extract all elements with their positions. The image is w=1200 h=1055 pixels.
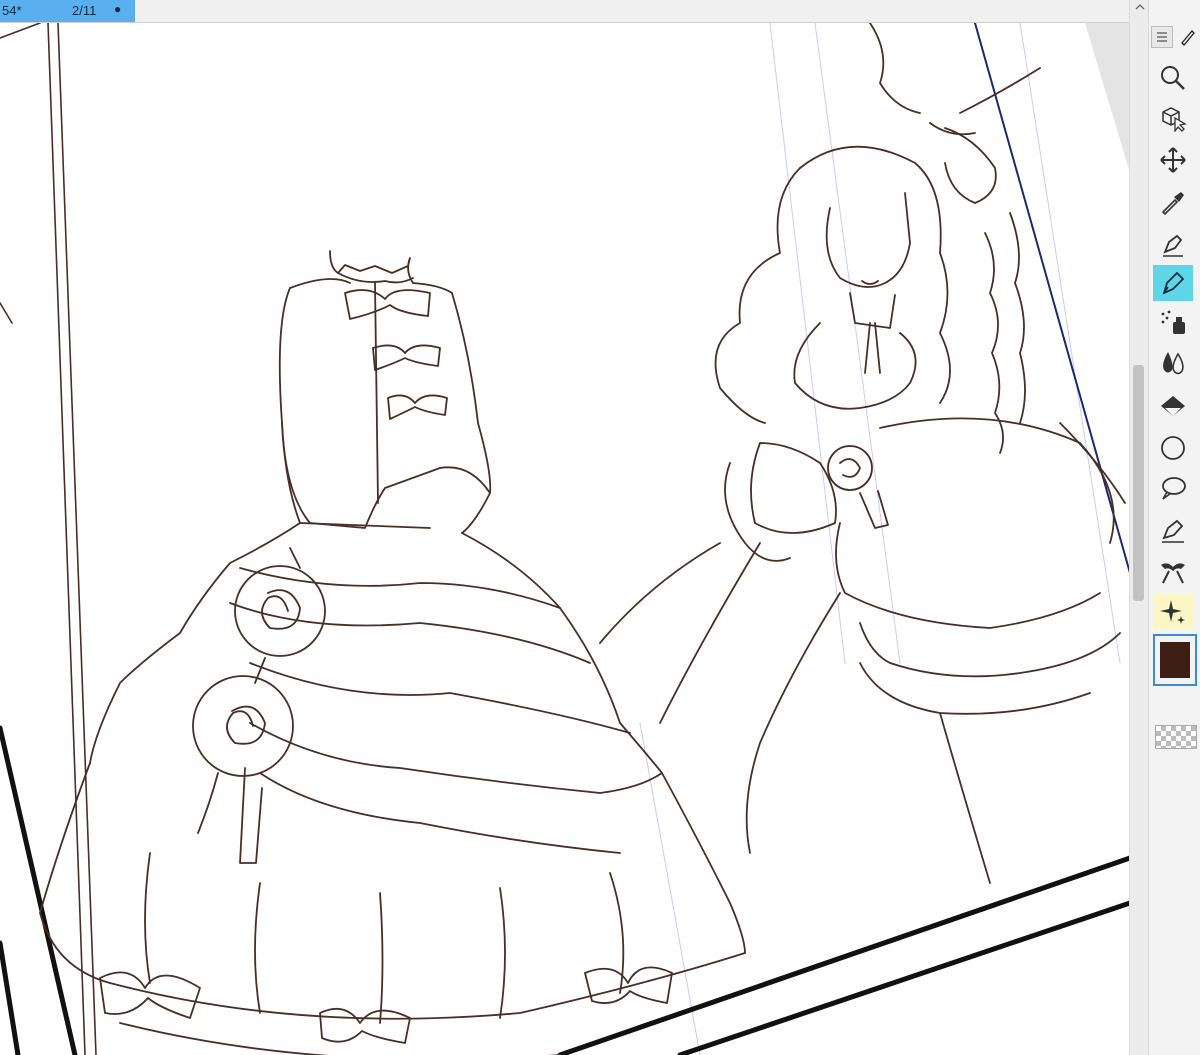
pen-mini-icon[interactable] bbox=[1177, 26, 1199, 48]
document-tab-bar: 54* 2/11 ● bbox=[0, 0, 1149, 23]
sparkle-icon bbox=[1160, 600, 1185, 624]
move-layer-tool[interactable] bbox=[1153, 142, 1193, 178]
canvas-vertical-scrollbar[interactable] bbox=[1129, 0, 1148, 1055]
drawing-canvas[interactable] bbox=[0, 23, 1130, 1055]
operation-tool[interactable] bbox=[1153, 100, 1193, 136]
decoration-tool[interactable] bbox=[1153, 594, 1193, 630]
document-name: 54* bbox=[2, 3, 22, 18]
figure-tool[interactable] bbox=[1153, 430, 1193, 466]
transparent-color-swatch[interactable] bbox=[1155, 725, 1197, 749]
tool-palette bbox=[1148, 0, 1200, 1055]
pen-tool[interactable] bbox=[1153, 226, 1193, 262]
document-tab[interactable]: 54* 2/11 ● bbox=[0, 0, 135, 22]
airbrush-icon bbox=[1161, 310, 1185, 334]
perspective-guides bbox=[639, 23, 1121, 1055]
line-art bbox=[0, 23, 1130, 1055]
fill-tool[interactable] bbox=[1153, 390, 1193, 426]
airbrush-tool[interactable] bbox=[1153, 304, 1193, 340]
ribbon-icon bbox=[1161, 563, 1185, 584]
scrollbar-thumb[interactable] bbox=[1133, 365, 1144, 601]
unsaved-dot: ● bbox=[114, 2, 122, 16]
pencil-nib-icon bbox=[1162, 271, 1185, 295]
magnifier-icon bbox=[1161, 66, 1185, 90]
vector-nib-icon bbox=[1162, 519, 1184, 543]
speech-balloon-icon bbox=[1162, 477, 1186, 500]
current-color bbox=[1160, 642, 1190, 678]
pen-nib-icon bbox=[1163, 234, 1183, 257]
circle-icon bbox=[1161, 436, 1185, 460]
eyedropper-icon bbox=[1161, 192, 1184, 216]
left-dress-figure bbox=[39, 250, 746, 1055]
cube-cursor-icon bbox=[1162, 107, 1187, 132]
panel-borders bbox=[0, 23, 1130, 1055]
zoom-tool[interactable] bbox=[1153, 60, 1193, 96]
vector-pen-tool[interactable] bbox=[1153, 512, 1193, 548]
palette-menu-icon[interactable] bbox=[1151, 26, 1173, 48]
scroll-up-icon[interactable] bbox=[1134, 2, 1146, 12]
page-indicator: 2/11 bbox=[72, 3, 97, 18]
text-tool[interactable] bbox=[1153, 470, 1193, 506]
ruler-tool[interactable] bbox=[1153, 555, 1193, 591]
right-girl-figure bbox=[599, 23, 1126, 884]
paint-bucket-icon bbox=[1161, 396, 1185, 416]
panel-inner-lines bbox=[0, 23, 97, 1055]
pencil-tool[interactable] bbox=[1153, 265, 1193, 301]
paper-edge bbox=[1085, 23, 1130, 173]
move-arrows-icon bbox=[1160, 147, 1186, 173]
main-color-swatch[interactable] bbox=[1153, 634, 1197, 686]
eyedropper-tool[interactable] bbox=[1153, 184, 1193, 220]
blend-tool[interactable] bbox=[1153, 344, 1193, 380]
blend-drops-icon bbox=[1163, 352, 1184, 375]
